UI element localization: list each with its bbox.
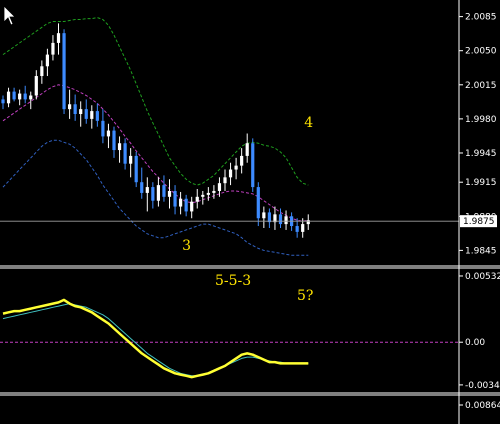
candle-body [162,185,166,197]
candle-body [51,42,55,55]
candle-body [179,198,183,207]
bottom-indicator-panel: 0.00864 [459,401,500,411]
candle-body [301,224,305,232]
candle-body [284,216,288,225]
candle-body [195,196,199,202]
candle-body [173,190,177,207]
price-tick-label: 1.9980 [465,115,497,125]
candle-body [123,143,127,164]
candle-body [201,194,205,197]
price-tick-label: 2.0015 [465,81,497,91]
candle-body [6,91,11,104]
wave-label-3: 3 [182,238,191,254]
candle-body [295,226,299,232]
candle-body [56,33,61,43]
candle-body [29,95,33,100]
candle-body [156,185,160,201]
bottom-tick-label: 0.00864 [465,401,500,411]
candle-body [134,155,138,183]
candle-body [117,143,122,151]
candle-body [68,104,72,110]
price-tick-label: 1.9845 [465,246,497,256]
candle-body [278,214,283,225]
price-tick-label: 2.0050 [465,47,497,57]
candle-body [234,165,238,170]
candle-body [84,109,88,119]
wave-label-5-question: 5? [297,288,313,304]
candle-body [129,155,133,164]
candle-body [40,66,44,77]
macd-tick-label: 0.00532 [465,272,500,282]
candle-body [256,187,260,219]
candle-body [79,109,83,115]
candle-body [267,212,271,223]
candle-body [90,111,94,119]
candle-body [140,182,144,193]
chart-background [0,0,500,424]
candle-body [101,120,105,137]
candle-body [34,76,38,96]
candle-body [95,111,99,121]
candle-body [151,187,155,201]
wave-label-4: 4 [304,115,313,131]
candle-body [262,212,266,219]
candle-body [23,93,27,100]
candle-body [184,198,188,212]
price-tick-label: 1.9915 [465,178,497,188]
wave-label-5-5-3: 5-5-3 [215,273,251,289]
chart-canvas: 2.0085 2.0050 2.0015 1.9980 1.9945 1.9915 1.98… [0,0,500,424]
candle-body [240,155,244,166]
candle-body [45,54,49,67]
candle-body [112,130,116,151]
candle-body [12,91,16,100]
candle-body [212,190,216,193]
candle-body [251,143,255,188]
candle-body [223,177,227,184]
price-tick-label: 2.0085 [465,13,497,23]
current-price-label: 1.9875 [463,217,495,227]
candle-body [1,99,5,104]
candle-body [145,187,149,193]
candle-body [62,33,66,110]
candle-body [245,143,249,156]
candle-body [228,169,233,178]
candle-body [217,183,222,191]
candle-body [18,93,22,100]
price-tick-label: 1.9945 [465,149,497,159]
candle-body [167,190,172,197]
candle-body [106,130,111,137]
candle-body [73,104,77,115]
candle-body [206,192,210,195]
candle-body [190,201,194,212]
macd-tick-label: -0.00343 [465,381,500,391]
macd-tick-label: 0.00 [465,338,485,348]
